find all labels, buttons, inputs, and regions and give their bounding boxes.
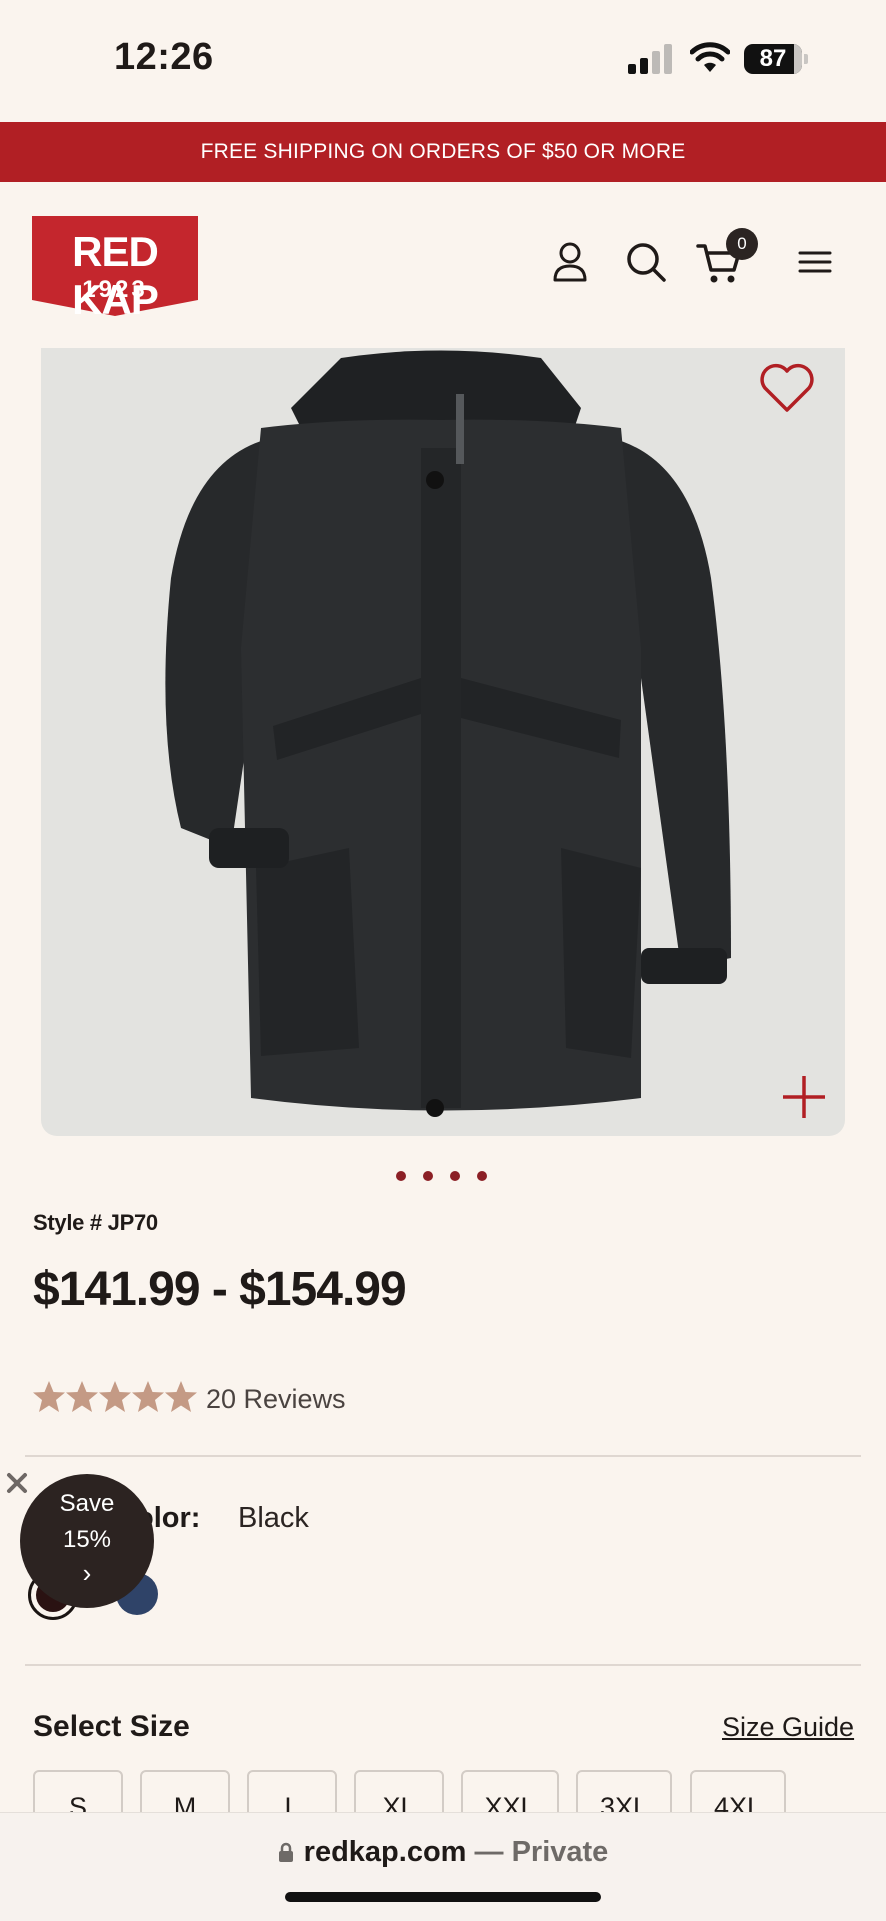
battery-icon: 87 <box>744 44 808 74</box>
product-image <box>165 350 731 1117</box>
divider <box>25 1455 861 1457</box>
url-domain: redkap.com <box>303 1836 467 1868</box>
save-popup-line1: Save <box>59 1490 115 1517</box>
size-guide-link[interactable]: Size Guide <box>722 1712 854 1743</box>
save-15-popup[interactable]: Save 15% › <box>20 1474 154 1608</box>
wishlist-heart-icon[interactable] <box>759 362 815 414</box>
private-label: — Private <box>466 1836 609 1868</box>
pagination-dot[interactable] <box>396 1171 406 1181</box>
rating-stars[interactable] <box>32 1380 200 1416</box>
style-number: Style # JP70 <box>33 1210 158 1235</box>
battery-level: 87 <box>759 45 787 72</box>
cellular-signal-icon <box>628 44 672 74</box>
account-icon[interactable] <box>548 240 592 284</box>
close-icon[interactable] <box>6 1472 28 1494</box>
chevron-right-icon: › <box>82 1558 92 1588</box>
status-time: 12:26 <box>114 36 214 78</box>
pagination-dot[interactable] <box>450 1171 460 1181</box>
zoom-plus-icon[interactable] <box>781 1074 827 1120</box>
wifi-icon <box>690 42 730 72</box>
url-display[interactable]: redkap.com — Private <box>0 1836 886 1869</box>
reviews-link[interactable]: 20 Reviews <box>206 1384 346 1415</box>
price-range: $141.99 - $154.99 <box>33 1263 407 1316</box>
color-value: Black <box>238 1502 309 1534</box>
home-indicator[interactable] <box>285 1892 601 1902</box>
search-icon[interactable] <box>624 240 668 284</box>
select-size-title: Select Size <box>33 1710 190 1743</box>
logo-year: 1923 <box>82 276 148 303</box>
brand-logo[interactable]: RED KAP 1923 <box>32 216 198 323</box>
cart-count-badge: 0 <box>726 228 758 260</box>
save-popup-line2: 15% <box>62 1526 112 1553</box>
pagination-dot[interactable] <box>423 1171 433 1181</box>
pagination-dot[interactable] <box>477 1171 487 1181</box>
promo-banner[interactable]: FREE SHIPPING ON ORDERS OF $50 OR MORE <box>0 122 886 182</box>
lock-icon <box>278 1842 293 1862</box>
gallery-pagination[interactable] <box>396 1168 487 1182</box>
product-image-gallery[interactable] <box>41 348 845 1136</box>
divider <box>25 1664 861 1666</box>
menu-icon[interactable] <box>798 240 832 284</box>
